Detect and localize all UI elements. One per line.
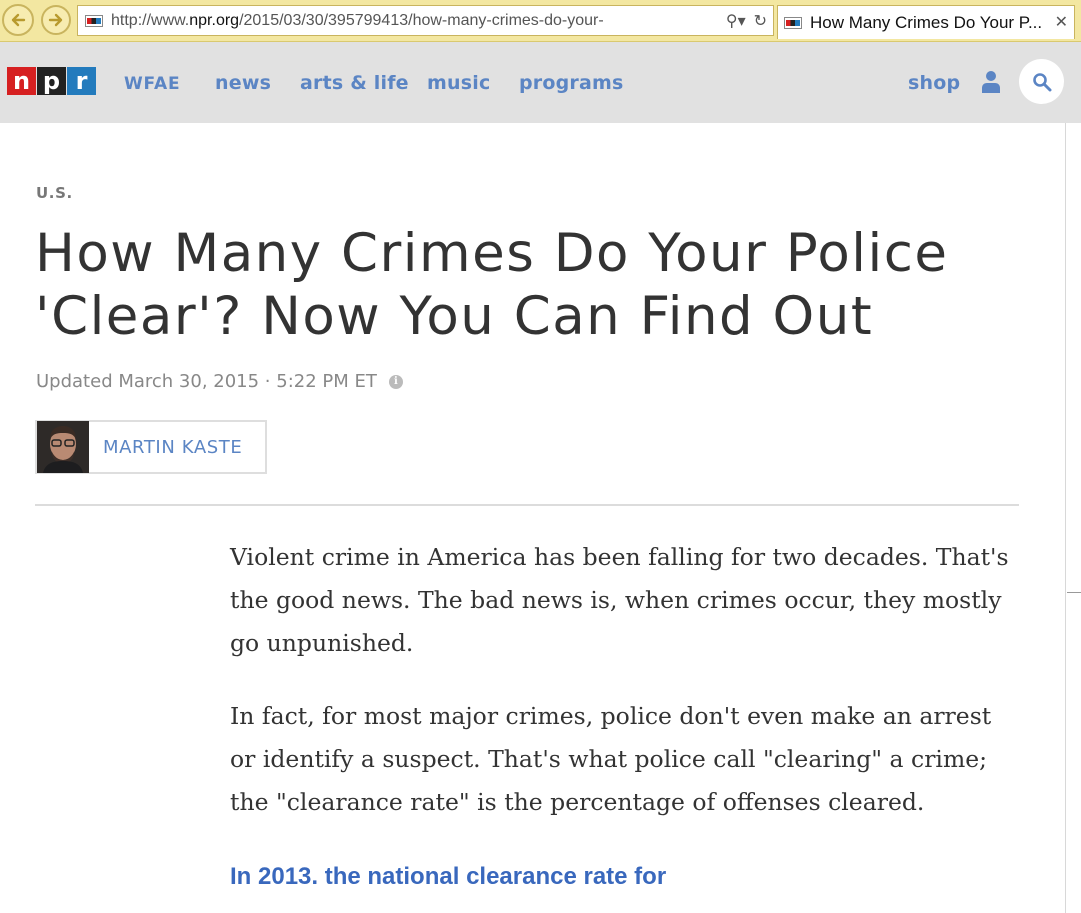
tab-title: How Many Crimes Do Your P...	[810, 12, 1043, 32]
search-dropdown-icon[interactable]: ⚲▾	[726, 11, 746, 30]
address-bar[interactable]: http://www.npr.org/2015/03/30/395799413/…	[77, 5, 774, 36]
scrollbar-marker	[1067, 592, 1081, 593]
url-text: http://www.npr.org/2015/03/30/395799413/…	[111, 11, 604, 29]
nav-station-wfae[interactable]: WFAE	[124, 74, 180, 94]
back-button[interactable]	[2, 4, 34, 36]
section-label[interactable]: U.S.	[36, 184, 73, 202]
arrow-right-icon	[48, 13, 63, 27]
npr-logo[interactable]: n p r	[7, 67, 96, 95]
browser-tab[interactable]: How Many Crimes Do Your P... ✕	[777, 5, 1075, 39]
scrollbar-track[interactable]	[1065, 123, 1066, 913]
author-name: MARTIN KASTE	[103, 436, 243, 458]
forward-button[interactable]	[41, 5, 71, 35]
author-byline[interactable]: MARTIN KASTE	[35, 420, 267, 474]
author-avatar	[37, 421, 89, 473]
search-icon	[1032, 72, 1051, 91]
dateline: Updated March 30, 2015 · 5:22 PM ET i	[36, 371, 403, 392]
arrow-left-icon	[11, 13, 26, 27]
article-paragraph: Violent crime in America has been fallin…	[230, 543, 1009, 657]
refresh-icon[interactable]: ↻	[754, 11, 767, 30]
browser-toolbar: http://www.npr.org/2015/03/30/395799413/…	[0, 0, 1081, 42]
article-headline: How Many Crimes Do Your Police 'Clear'? …	[35, 223, 949, 347]
site-header: n p r WFAE news arts & life music progra…	[0, 42, 1081, 123]
logo-letter-n: n	[7, 67, 36, 95]
logo-letter-p: p	[37, 67, 66, 95]
bottom-cutoff	[0, 884, 1065, 913]
nav-shop[interactable]: shop	[908, 72, 960, 94]
nav-arts-life[interactable]: arts & life	[300, 72, 409, 94]
close-tab-icon[interactable]: ✕	[1055, 12, 1068, 31]
nav-programs[interactable]: programs	[519, 72, 624, 94]
divider	[35, 504, 1019, 506]
author-photo	[37, 421, 89, 473]
site-favicon-icon	[85, 14, 103, 27]
info-icon[interactable]: i	[388, 374, 403, 389]
nav-news[interactable]: news	[215, 72, 271, 94]
dateline-text: Updated March 30, 2015 · 5:22 PM ET	[36, 371, 377, 392]
nav-music[interactable]: music	[427, 72, 490, 94]
search-button[interactable]	[1019, 59, 1064, 104]
logo-letter-r: r	[67, 67, 96, 95]
tab-favicon-icon	[784, 16, 802, 29]
user-account-icon[interactable]	[981, 70, 1001, 94]
article-paragraph: In fact, for most major crimes, police d…	[230, 702, 992, 816]
